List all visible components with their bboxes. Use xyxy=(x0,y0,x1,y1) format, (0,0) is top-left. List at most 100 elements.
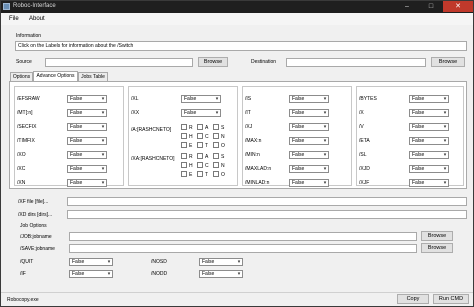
title-bar: Roboc-Interface – □ ✕ xyxy=(1,1,473,13)
xjf-label[interactable]: /XJF xyxy=(359,180,369,186)
xjd-select[interactable]: False ▾ xyxy=(409,165,449,173)
quit-select[interactable]: False ▾ xyxy=(69,258,113,266)
xa-attr-checkbox-a[interactable] xyxy=(197,153,203,159)
is-label[interactable]: /IS xyxy=(245,96,251,102)
minlad-select[interactable]: False ▾ xyxy=(289,179,329,187)
x-label[interactable]: /X xyxy=(359,110,364,116)
xjd-label[interactable]: /XJD xyxy=(359,166,370,172)
save-input[interactable] xyxy=(69,244,417,253)
if-label[interactable]: /IF xyxy=(20,271,26,277)
xl-label[interactable]: /XL xyxy=(131,96,139,102)
xf-label[interactable]: /XF file [file]... xyxy=(18,199,48,205)
a-attr-checkbox-e[interactable] xyxy=(181,142,187,148)
x-select[interactable]: False ▾ xyxy=(409,109,449,117)
xj-select[interactable]: False ▾ xyxy=(289,123,329,131)
xa-attr-checkbox-s[interactable] xyxy=(213,153,219,159)
xa-attr-checkbox-r[interactable] xyxy=(181,153,187,159)
xa-attr-checkbox-o[interactable] xyxy=(213,171,219,177)
nosd-label[interactable]: /NOSD xyxy=(151,259,167,265)
job-input[interactable] xyxy=(69,232,417,241)
a-attr-label[interactable]: /A:[RASHCNETO] xyxy=(131,127,171,133)
xd-label[interactable]: /XD dirs [dirs]... xyxy=(18,212,52,218)
bytes-label[interactable]: /BYTES xyxy=(359,96,377,102)
xf-input[interactable] xyxy=(67,197,467,206)
a-attr-checkbox-t[interactable] xyxy=(197,142,203,148)
xjf-select[interactable]: False ▾ xyxy=(409,179,449,187)
minlad-label[interactable]: /MINLAD:n xyxy=(245,180,269,186)
xd-input[interactable] xyxy=(67,210,467,219)
sl-select[interactable]: False ▾ xyxy=(409,151,449,159)
source-input[interactable] xyxy=(45,58,193,67)
job-label[interactable]: /JOB:jobname xyxy=(20,234,52,240)
run-cmd-button[interactable]: Run CMD xyxy=(433,294,469,304)
min-label[interactable]: /MIN:n xyxy=(245,152,260,158)
menu-about[interactable]: About xyxy=(29,16,45,22)
a-attr-checkbox-s[interactable] xyxy=(213,124,219,130)
xa-attr-checkbox-c[interactable] xyxy=(197,162,203,168)
a-attr-checkbox-c[interactable] xyxy=(197,133,203,139)
xn-label[interactable]: /XN xyxy=(17,180,25,186)
bytes-select[interactable]: False ▾ xyxy=(409,95,449,103)
source-browse-button[interactable]: Browse xyxy=(198,57,228,67)
copy-button[interactable]: Copy xyxy=(397,294,429,304)
xc-label[interactable]: /XC xyxy=(17,166,25,172)
max-label[interactable]: /MAX:n xyxy=(245,138,261,144)
v-label[interactable]: /V xyxy=(359,124,364,130)
xa-attr-checkbox-e[interactable] xyxy=(181,171,187,177)
nodd-select[interactable]: False ▾ xyxy=(199,270,243,278)
a-attr-checkbox-a[interactable] xyxy=(197,124,203,130)
is-select[interactable]: False ▾ xyxy=(289,95,329,103)
tab-options[interactable]: Options xyxy=(10,72,33,81)
eta-label[interactable]: /ETA xyxy=(359,138,370,144)
xo-select[interactable]: False ▾ xyxy=(67,151,107,159)
minimize-icon[interactable]: – xyxy=(395,1,419,12)
if-select[interactable]: False ▾ xyxy=(69,270,113,278)
secfix-select[interactable]: False ▾ xyxy=(67,123,107,131)
save-browse-button[interactable]: Browse xyxy=(421,243,453,253)
tab-jobs-table[interactable]: Jobs Table xyxy=(78,72,108,81)
chevron-down-icon: ▾ xyxy=(323,166,327,172)
nodd-label[interactable]: /NODD xyxy=(151,271,167,277)
xa-attr-checkbox-n[interactable] xyxy=(213,162,219,168)
eta-select[interactable]: False ▾ xyxy=(409,137,449,145)
xn-select[interactable]: False ▾ xyxy=(67,179,107,187)
it-label[interactable]: /IT xyxy=(245,110,251,116)
a-attr-checkbox-o[interactable] xyxy=(213,142,219,148)
tab-advance-options[interactable]: Advance Options xyxy=(33,71,78,81)
mt-select[interactable]: False ▾ xyxy=(67,109,107,117)
timfix-select[interactable]: False ▾ xyxy=(67,137,107,145)
save-label[interactable]: /SAVE:jobname xyxy=(20,246,55,252)
close-icon[interactable]: ✕ xyxy=(443,1,473,12)
xl-select[interactable]: False ▾ xyxy=(181,95,221,103)
xa-attr-label[interactable]: /XA:[RASHCNETO] xyxy=(131,156,175,162)
secfix-label[interactable]: /SECFIX xyxy=(17,124,36,130)
destination-browse-button[interactable]: Browse xyxy=(431,57,465,67)
a-attr-checkbox-h[interactable] xyxy=(181,133,187,139)
quit-label[interactable]: /QUIT xyxy=(20,259,33,265)
efsraw-select[interactable]: False ▾ xyxy=(67,95,107,103)
it-select[interactable]: False ▾ xyxy=(289,109,329,117)
xo-label[interactable]: /XO xyxy=(17,152,26,158)
menu-file[interactable]: File xyxy=(9,16,19,22)
xx-select[interactable]: False ▾ xyxy=(181,109,221,117)
destination-input[interactable] xyxy=(286,58,426,67)
min-select[interactable]: False ▾ xyxy=(289,151,329,159)
maximize-icon[interactable]: □ xyxy=(419,1,443,12)
job-browse-button[interactable]: Browse xyxy=(421,231,453,241)
v-select[interactable]: False ▾ xyxy=(409,123,449,131)
xc-select[interactable]: False ▾ xyxy=(67,165,107,173)
max-select[interactable]: False ▾ xyxy=(289,137,329,145)
xj-label[interactable]: /XJ xyxy=(245,124,252,130)
timfix-label[interactable]: /TIMFIX xyxy=(17,138,35,144)
sl-label[interactable]: /SL xyxy=(359,152,367,158)
xa-attr-checkbox-h[interactable] xyxy=(181,162,187,168)
xa-attr-checkbox-t[interactable] xyxy=(197,171,203,177)
mt-label[interactable]: /MT[:n] xyxy=(17,110,33,116)
nosd-select[interactable]: False ▾ xyxy=(199,258,243,266)
efsraw-label[interactable]: /EFSRAW xyxy=(17,96,40,102)
a-attr-checkbox-n[interactable] xyxy=(213,133,219,139)
a-attr-checkbox-r[interactable] xyxy=(181,124,187,130)
xx-label[interactable]: /XX xyxy=(131,110,139,116)
maxlad-select[interactable]: False ▾ xyxy=(289,165,329,173)
maxlad-label[interactable]: /MAXLAD:n xyxy=(245,166,271,172)
